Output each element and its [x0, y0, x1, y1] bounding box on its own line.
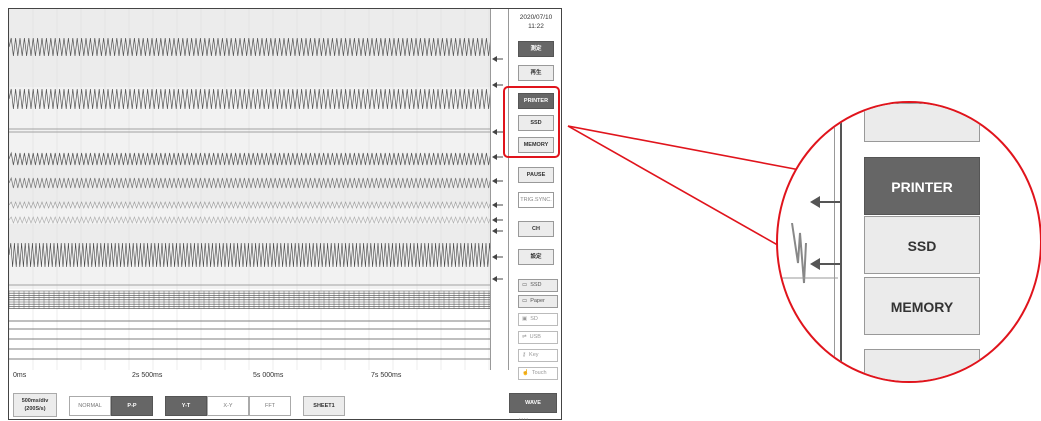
- zoom-divider: [840, 103, 842, 381]
- zoom-playback-button-partial[interactable]: [864, 103, 980, 142]
- zoom-memory-button[interactable]: MEMORY: [864, 277, 980, 335]
- zoom-printer-button[interactable]: PRINTER: [864, 157, 980, 215]
- zoom-markers: [810, 196, 840, 270]
- zoom-ssd-button[interactable]: SSD: [864, 216, 980, 274]
- zoom-magnifier: PRINTER SSD MEMORY: [776, 101, 1041, 383]
- zoom-next-button-partial[interactable]: [864, 349, 980, 381]
